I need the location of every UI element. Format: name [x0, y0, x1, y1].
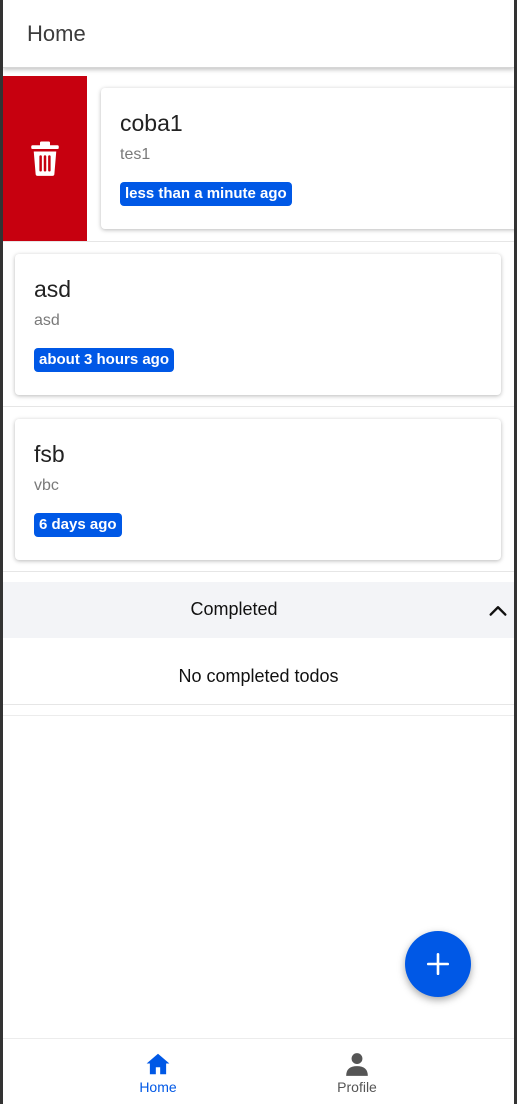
todo-description: asd	[34, 312, 60, 329]
completed-label: Completed	[190, 599, 278, 619]
plus-icon	[426, 952, 450, 976]
page-title: Home	[27, 21, 86, 46]
todo-row: fsb vbc 6 days ago	[3, 407, 514, 572]
todo-card[interactable]: coba1 tes1 less than a minute ago	[101, 88, 514, 229]
time-badge: less than a minute ago	[120, 182, 292, 206]
add-todo-button[interactable]	[405, 931, 471, 997]
delete-button[interactable]	[3, 76, 87, 241]
nav-item-profile[interactable]: Profile	[287, 1039, 427, 1104]
completed-section-header[interactable]: Completed	[3, 582, 514, 638]
todo-description: vbc	[34, 477, 59, 494]
todo-title: asd	[34, 276, 72, 302]
todo-row: coba1 tes1 less than a minute ago	[3, 76, 514, 242]
todo-description: tes1	[120, 146, 151, 163]
todo-row: asd asd about 3 hours ago	[3, 242, 514, 407]
nav-label-profile: Profile	[337, 1079, 377, 1095]
divider	[3, 715, 514, 716]
todo-card[interactable]: fsb vbc 6 days ago	[15, 419, 501, 560]
nav-label-home: Home	[139, 1079, 177, 1095]
todo-title: coba1	[120, 110, 183, 136]
nav-item-home[interactable]: Home	[88, 1039, 228, 1104]
trash-icon	[31, 141, 59, 176]
app-header: Home	[3, 0, 514, 68]
chevron-up-icon[interactable]	[487, 599, 509, 621]
completed-empty-row: No completed todos	[3, 638, 514, 705]
home-icon	[146, 1053, 170, 1075]
time-badge: about 3 hours ago	[34, 348, 175, 372]
app-frame: Home coba1 tes1 less than a minute ago a…	[0, 0, 517, 1104]
todo-card[interactable]: asd asd about 3 hours ago	[15, 254, 501, 395]
person-icon	[346, 1053, 368, 1076]
empty-state-text: No completed todos	[178, 666, 339, 686]
todo-title: fsb	[34, 441, 65, 467]
bottom-nav: Home Profile	[3, 1038, 514, 1104]
time-badge: 6 days ago	[34, 513, 122, 537]
